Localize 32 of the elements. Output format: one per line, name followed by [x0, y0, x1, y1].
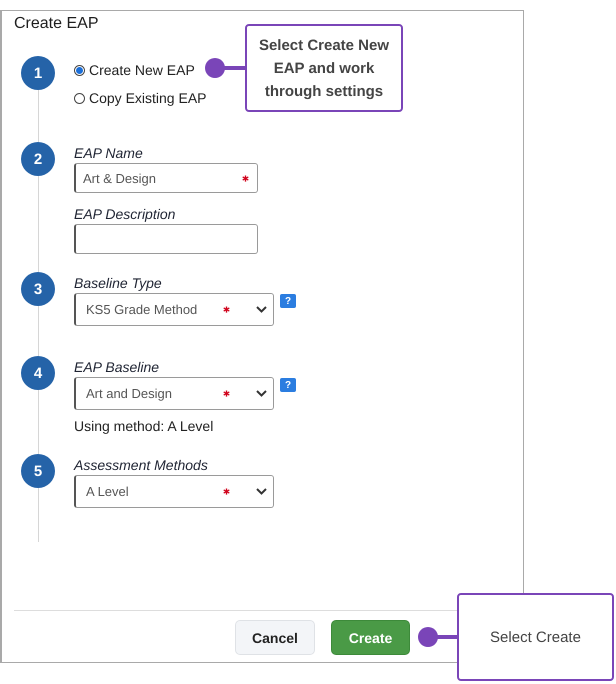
radio-label[interactable]: Copy Existing EAP [89, 90, 206, 106]
callout: Select Create [457, 593, 614, 681]
field-label: EAP Description [74, 205, 176, 223]
step-number: 4 [21, 356, 55, 390]
field-label: Assessment Methods [74, 456, 208, 474]
chevron-down-icon [256, 306, 267, 313]
select-field[interactable]: A Level [74, 475, 274, 508]
input-field[interactable]: Art & Design [74, 163, 258, 193]
chevron-down-icon [256, 488, 267, 495]
select-field[interactable]: Art and Design [74, 377, 274, 410]
step-number: 3 [21, 272, 55, 306]
create-button[interactable]: Create [331, 620, 410, 655]
cancel-button[interactable]: Cancel [235, 620, 315, 655]
input-field[interactable] [74, 224, 258, 254]
pointer-drawing [418, 627, 457, 647]
help-button[interactable]: ? [280, 378, 296, 392]
chevron-down-icon [256, 390, 267, 397]
callout: Select Create New EAP and work through settings [245, 24, 403, 112]
radio-button[interactable] [74, 92, 85, 104]
method-note: Using method: A Level [74, 418, 214, 434]
pointer-drawing [205, 58, 245, 78]
help-button[interactable]: ? [280, 294, 296, 308]
select-field[interactable]: KS5 Grade Method [74, 293, 274, 326]
radio-label[interactable]: Create New EAP [89, 62, 195, 78]
radio-button[interactable] [74, 64, 85, 76]
step-number: 1 [21, 56, 55, 90]
step-number: 5 [21, 454, 55, 488]
field-label: EAP Baseline [74, 358, 160, 376]
field-label: EAP Name [74, 144, 143, 162]
dialog-title: Create EAP [13, 14, 98, 34]
field-label: Baseline Type [74, 274, 162, 292]
step-number: 2 [21, 142, 55, 176]
